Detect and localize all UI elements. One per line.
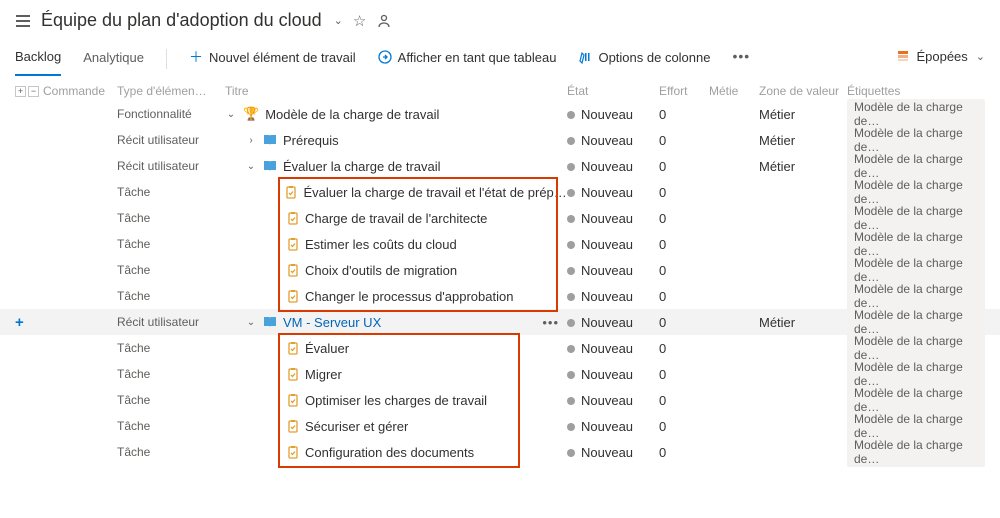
col-type[interactable]: Type d'élémen… xyxy=(117,84,225,98)
type-cell: Fonctionnalité xyxy=(117,107,225,121)
expand-toggle[interactable]: ⌄ xyxy=(225,109,237,120)
state-dot xyxy=(567,137,575,145)
expand-toggle[interactable]: ⌄ xyxy=(245,161,257,172)
view-as-board-label: Afficher en tant que tableau xyxy=(398,50,557,65)
task-icon xyxy=(287,263,299,277)
column-options-button[interactable]: Options de colonne xyxy=(578,44,710,75)
epics-label: Épopées xyxy=(916,49,967,64)
task-icon xyxy=(287,367,299,381)
table-row[interactable]: Tâche Évaluer Nouveau 0 Modèle de la cha… xyxy=(0,335,1000,361)
title-chevron-icon[interactable]: ⌄ xyxy=(334,14,343,27)
table-row[interactable]: Tâche Migrer Nouveau 0 Modèle de la char… xyxy=(0,361,1000,387)
separator xyxy=(166,49,167,69)
table-row[interactable]: Tâche Estimer les coûts du cloud Nouveau… xyxy=(0,231,1000,257)
table-row[interactable]: Tâche Optimiser les charges de travail N… xyxy=(0,387,1000,413)
favorite-icon[interactable]: ☆ xyxy=(353,12,366,30)
table-row[interactable]: Tâche Charge de travail de l'architecte … xyxy=(0,205,1000,231)
table-row[interactable]: Fonctionnalité ⌄ 🏆 Modèle de la charge d… xyxy=(0,101,1000,127)
task-icon xyxy=(287,341,299,355)
story-icon xyxy=(263,316,277,328)
backlog-rows: Fonctionnalité ⌄ 🏆 Modèle de la charge d… xyxy=(0,101,1000,465)
type-cell: Récit utilisateur xyxy=(117,133,225,147)
table-row[interactable]: Tâche Changer le processus d'approbation… xyxy=(0,283,1000,309)
new-work-item-button[interactable]: ＋ Nouvel élément de travail xyxy=(189,41,356,77)
task-icon xyxy=(287,419,299,433)
story-icon xyxy=(263,160,277,172)
task-icon xyxy=(287,289,299,303)
state-text: Nouveau xyxy=(581,107,633,122)
collapse-all-button[interactable]: − xyxy=(28,86,39,97)
title-link[interactable]: VM - Serveur UX xyxy=(283,315,381,330)
story-icon xyxy=(263,134,277,146)
col-order[interactable]: Commande xyxy=(43,84,117,98)
col-title[interactable]: Titre xyxy=(225,84,567,98)
col-tags[interactable]: Étiquettes xyxy=(847,84,985,98)
title-text: Prérequis xyxy=(283,133,339,148)
column-headers: + − Commande Type d'élémen… Titre État E… xyxy=(0,78,1000,101)
expand-toggle[interactable]: ⌄ xyxy=(245,317,257,328)
team-icon[interactable] xyxy=(376,13,392,29)
tab-analytics[interactable]: Analytique xyxy=(83,44,144,75)
new-work-item-label: Nouvel élément de travail xyxy=(209,50,356,65)
col-effort[interactable]: Effort xyxy=(659,84,709,98)
table-row-selected[interactable]: + Récit utilisateur ⌄ VM - Serveur UX ••… xyxy=(0,309,1000,335)
task-icon xyxy=(285,185,297,199)
task-icon xyxy=(287,393,299,407)
title-text: Modèle de la charge de travail xyxy=(265,107,439,122)
col-value-zone[interactable]: Zone de valeur xyxy=(759,84,847,98)
table-row[interactable]: Tâche Configuration des documents Nouvea… xyxy=(0,439,1000,465)
more-actions-button[interactable]: ••• xyxy=(732,48,750,70)
task-icon xyxy=(287,445,299,459)
epic-icon xyxy=(896,49,910,63)
add-child-button[interactable]: + xyxy=(15,314,24,331)
expand-toggle[interactable]: › xyxy=(245,135,257,146)
tab-backlog[interactable]: Backlog xyxy=(15,43,61,76)
zone-cell: Métier xyxy=(759,107,847,122)
table-row[interactable]: Récit utilisateur › Prérequis Nouveau 0 … xyxy=(0,127,1000,153)
toolbar: Backlog Analytique ＋ Nouvel élément de t… xyxy=(0,37,1000,78)
page-header: Équipe du plan d'adoption du cloud ⌄ ☆ xyxy=(0,0,1000,37)
state-dot xyxy=(567,111,575,119)
chevron-down-icon: ⌄ xyxy=(976,50,985,63)
column-options-label: Options de colonne xyxy=(598,50,710,65)
col-profession[interactable]: Métie xyxy=(709,84,759,98)
task-icon xyxy=(287,211,299,225)
table-row[interactable]: Tâche Choix d'outils de migration Nouvea… xyxy=(0,257,1000,283)
col-state[interactable]: État xyxy=(567,84,659,98)
expand-all-button[interactable]: + xyxy=(15,86,26,97)
table-row[interactable]: Tâche Évaluer la charge de travail et l'… xyxy=(0,179,1000,205)
row-more-button[interactable]: ••• xyxy=(542,315,559,330)
effort-cell: 0 xyxy=(659,107,709,122)
backlog-icon xyxy=(15,13,31,29)
column-options-icon xyxy=(578,50,592,64)
page-title: Équipe du plan d'adoption du cloud xyxy=(41,10,322,31)
view-as-board-button[interactable]: Afficher en tant que tableau xyxy=(378,44,557,75)
board-icon xyxy=(378,50,392,64)
table-row[interactable]: Tâche Sécuriser et gérer Nouveau 0 Modèl… xyxy=(0,413,1000,439)
plus-icon: ＋ xyxy=(189,47,203,67)
feature-icon: 🏆 xyxy=(243,106,259,122)
epics-filter-button[interactable]: Épopées ⌄ xyxy=(896,49,985,70)
task-icon xyxy=(287,237,299,251)
table-row[interactable]: Récit utilisateur ⌄ Évaluer la charge de… xyxy=(0,153,1000,179)
